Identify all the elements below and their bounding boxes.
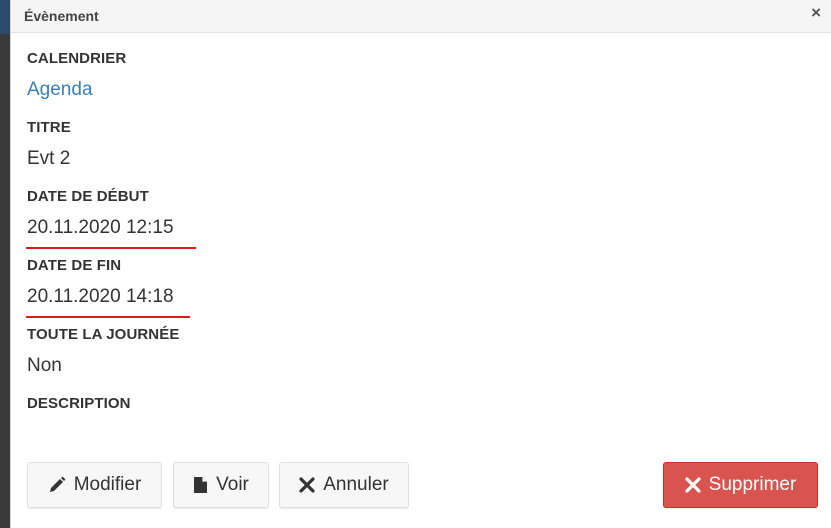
- view-button-label: Voir: [216, 474, 249, 495]
- field-value-title: Evt 2: [27, 148, 71, 169]
- delete-button[interactable]: Supprimer: [663, 462, 818, 508]
- delete-button-label: Supprimer: [708, 474, 797, 495]
- field-label-description: DESCRIPTION: [27, 395, 131, 412]
- field-title: TITRE Evt 2: [27, 119, 179, 170]
- field-label-end-date: DATE DE FIN: [27, 257, 122, 274]
- close-button[interactable]: ×: [811, 3, 821, 23]
- calendar-link[interactable]: Agenda: [27, 79, 93, 101]
- field-end-date: DATE DE FIN 20.11.2020 14:18: [26, 257, 190, 318]
- annotation-underline: [26, 316, 190, 318]
- start-date-text: 20.11.2020 12:15: [27, 217, 174, 238]
- field-label-all-day: TOUTE LA JOURNÉE: [27, 326, 180, 343]
- annotation-underline: [26, 247, 196, 249]
- view-button[interactable]: Voir: [173, 462, 269, 508]
- dialog-body: CALENDRIER Agenda TITRE Evt 2 DATE DE DÉ…: [26, 50, 196, 449]
- pencil-icon: [48, 476, 66, 494]
- times-icon: [685, 477, 701, 493]
- field-value-end-date: 20.11.2020 14:18: [26, 286, 190, 318]
- field-label-start-date: DATE DE DÉBUT: [27, 188, 149, 205]
- field-start-date: DATE DE DÉBUT 20.11.2020 12:15: [26, 188, 196, 249]
- field-description: DESCRIPTION: [27, 395, 179, 431]
- end-date-text: 20.11.2020 14:18: [27, 286, 174, 307]
- field-label-calendar: CALENDRIER: [27, 50, 127, 67]
- dialog-footer: Modifier Voir Annuler Supprimer: [27, 462, 818, 510]
- field-all-day: TOUTE LA JOURNÉE Non: [27, 326, 179, 377]
- edit-button-label: Modifier: [73, 474, 142, 495]
- dialog-title: Évènement: [24, 8, 99, 24]
- edit-button[interactable]: Modifier: [27, 462, 162, 508]
- field-label-title: TITRE: [27, 119, 71, 136]
- cancel-button-label: Annuler: [323, 474, 389, 495]
- field-calendar: CALENDRIER Agenda: [27, 50, 179, 101]
- file-icon: [193, 476, 208, 494]
- dialog-header: Évènement ×: [11, 0, 831, 33]
- cancel-button[interactable]: Annuler: [279, 462, 409, 508]
- field-value-start-date: 20.11.2020 12:15: [26, 217, 196, 249]
- times-icon: [299, 477, 315, 493]
- event-dialog: Évènement × CALENDRIER Agenda TITRE Evt …: [10, 0, 831, 528]
- field-value-all-day: Non: [27, 355, 62, 376]
